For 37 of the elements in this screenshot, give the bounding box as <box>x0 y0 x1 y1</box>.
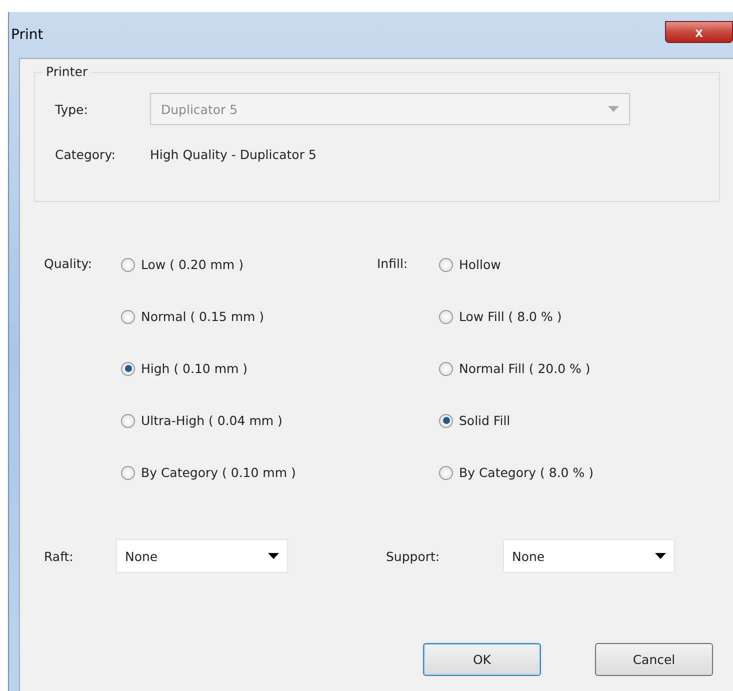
field-label: Type: <box>55 102 89 116</box>
window-title: Print <box>11 27 44 43</box>
radio-option[interactable]: Normal Fill ( 20.0 % ) <box>439 358 594 379</box>
radio-option[interactable]: Low ( 0.20 mm ) <box>121 254 296 275</box>
radio-option[interactable]: Normal ( 0.15 mm ) <box>121 306 296 327</box>
radio-icon[interactable] <box>439 362 453 376</box>
field-label: Category: <box>55 147 116 162</box>
radio-option[interactable]: Hollow <box>439 254 594 275</box>
close-button[interactable]: x <box>665 21 733 43</box>
radio-icon[interactable] <box>439 466 453 480</box>
dropdown-arrow-icon <box>655 553 666 559</box>
ok-button[interactable]: OK <box>423 643 541 676</box>
radio-option[interactable]: Ultra-High ( 0.04 mm ) <box>121 410 296 431</box>
radio-option[interactable]: Solid Fill <box>439 410 594 431</box>
cancel-button[interactable]: Cancel <box>595 643 713 676</box>
category-value: High Quality - Duplicator 5 <box>150 147 316 162</box>
radio-icon[interactable] <box>439 414 453 428</box>
field-label: Raft: <box>44 548 74 564</box>
radio-icon[interactable] <box>121 414 135 428</box>
radio-icon[interactable] <box>439 258 453 272</box>
field-label: Support: <box>386 548 441 564</box>
radio-icon[interactable] <box>121 258 135 272</box>
radio-icon[interactable] <box>439 310 453 324</box>
raft-dropdown[interactable]: None <box>116 539 288 573</box>
group-legend: Printer <box>43 64 91 79</box>
radio-option[interactable]: By Category ( 0.10 mm ) <box>121 462 296 483</box>
support-dropdown[interactable]: None <box>503 539 675 573</box>
radio-option[interactable]: High ( 0.10 mm ) <box>121 358 296 379</box>
field-label: Infill: <box>377 255 409 273</box>
radio-icon[interactable] <box>121 310 135 324</box>
radio-option[interactable]: Low Fill ( 8.0 % ) <box>439 306 594 327</box>
radio-option[interactable]: By Category ( 8.0 % ) <box>439 462 594 483</box>
radio-icon[interactable] <box>121 362 135 376</box>
dropdown-arrow-icon <box>608 106 619 112</box>
field-label: Quality: <box>44 255 93 273</box>
dropdown-arrow-icon <box>268 553 279 559</box>
radio-icon[interactable] <box>121 466 135 480</box>
